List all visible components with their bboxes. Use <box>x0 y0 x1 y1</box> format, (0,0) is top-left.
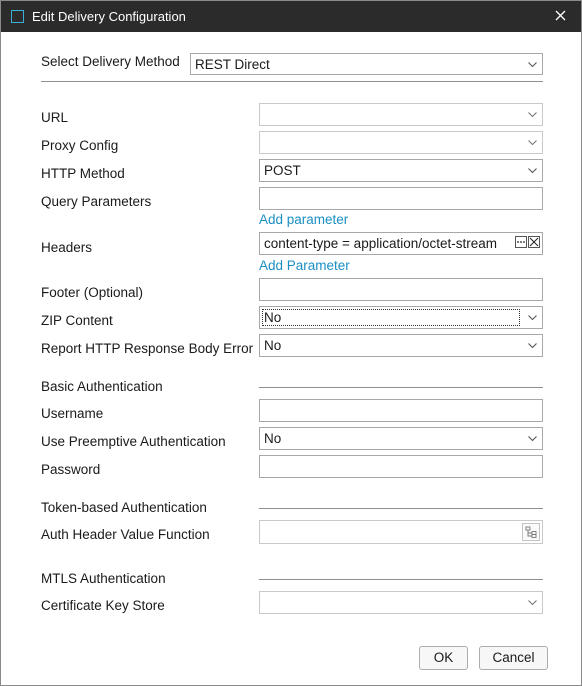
chevron-down-icon <box>528 168 537 174</box>
add-header-parameter-link[interactable]: Add Parameter <box>259 258 350 273</box>
preemptive-auth-label: Use Preemptive Authentication <box>41 434 226 449</box>
preemptive-auth-select[interactable]: No <box>259 427 543 450</box>
app-icon <box>11 10 24 23</box>
url-label: URL <box>41 110 69 125</box>
cancel-button[interactable]: Cancel <box>479 646 548 670</box>
footer-label: Footer (Optional) <box>41 285 144 300</box>
title-bar: Edit Delivery Configuration <box>1 1 581 32</box>
token-auth-section-label: Token-based Authentication <box>41 500 207 515</box>
delivery-method-label: Select Delivery Method <box>41 54 180 69</box>
headers-input[interactable]: content-type = application/octet-stream <box>259 232 543 255</box>
auth-header-function-label: Auth Header Value Function <box>41 527 210 542</box>
remove-header-button[interactable] <box>528 236 540 248</box>
close-icon <box>529 237 539 247</box>
certificate-keystore-label: Certificate Key Store <box>41 598 165 613</box>
close-button[interactable] <box>549 5 573 27</box>
url-select[interactable] <box>259 103 543 126</box>
footer-input[interactable] <box>259 278 543 301</box>
username-label: Username <box>41 406 104 421</box>
dialog-title: Edit Delivery Configuration <box>32 9 186 24</box>
zip-content-label: ZIP Content <box>41 313 113 328</box>
report-error-label: Report HTTP Response Body Error <box>41 341 254 356</box>
basic-auth-section-label: Basic Authentication <box>41 379 163 394</box>
query-parameters-input[interactable] <box>259 187 543 210</box>
close-icon <box>555 10 566 21</box>
tree-picker-icon <box>525 526 537 538</box>
ellipsis-icon <box>517 241 525 243</box>
ok-button[interactable]: OK <box>419 646 468 670</box>
section-divider <box>259 579 543 580</box>
proxy-config-label: Proxy Config <box>41 138 119 153</box>
chevron-down-icon <box>528 140 537 146</box>
http-method-select[interactable]: POST <box>259 159 543 182</box>
report-error-select[interactable]: No <box>259 334 543 357</box>
divider <box>41 81 543 82</box>
section-divider <box>259 387 543 388</box>
focus-ring <box>262 309 520 326</box>
username-input[interactable] <box>259 399 543 422</box>
mtls-section-label: MTLS Authentication <box>41 571 166 586</box>
headers-label: Headers <box>41 240 93 255</box>
chevron-down-icon <box>528 112 537 118</box>
section-divider <box>259 508 543 509</box>
chevron-down-icon <box>528 343 537 349</box>
add-query-parameter-link[interactable]: Add parameter <box>259 212 348 227</box>
chevron-down-icon <box>528 62 537 68</box>
password-input[interactable] <box>259 455 543 478</box>
chevron-down-icon <box>528 600 537 606</box>
tree-picker-button[interactable] <box>522 523 540 541</box>
chevron-down-icon <box>528 315 537 321</box>
auth-header-function-input[interactable] <box>259 520 543 544</box>
chevron-down-icon <box>528 436 537 442</box>
delivery-method-select[interactable]: REST Direct <box>190 53 543 75</box>
zip-content-select[interactable]: No <box>259 306 543 329</box>
query-parameters-label: Query Parameters <box>41 194 152 209</box>
edit-header-button[interactable] <box>515 236 527 248</box>
http-method-label: HTTP Method <box>41 166 125 181</box>
edit-delivery-dialog: Edit Delivery Configuration Select Deliv… <box>0 0 582 686</box>
proxy-config-select[interactable] <box>259 131 543 154</box>
certificate-keystore-select[interactable] <box>259 591 543 614</box>
password-label: Password <box>41 462 101 477</box>
